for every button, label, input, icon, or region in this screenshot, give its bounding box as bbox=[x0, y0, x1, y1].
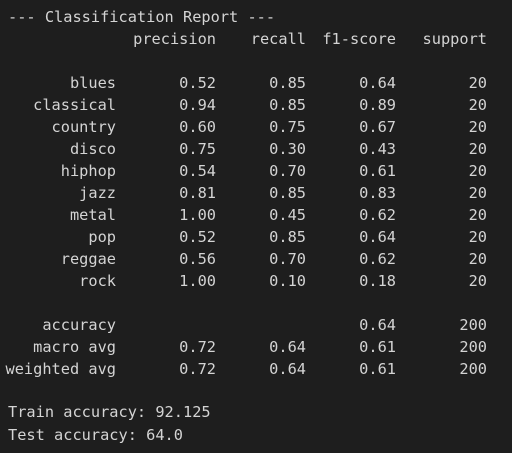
support-value: 20 bbox=[468, 140, 487, 158]
precision-value: 1.00 bbox=[179, 272, 216, 290]
row-label: reggae bbox=[60, 250, 116, 268]
row-label: country bbox=[51, 118, 116, 136]
row-label: classical bbox=[33, 96, 116, 114]
f1-score-value: 0.43 bbox=[359, 140, 396, 158]
report-title: --- Classification Report --- bbox=[8, 8, 276, 26]
support-value: 20 bbox=[468, 228, 487, 246]
row-label: pop bbox=[88, 228, 116, 246]
train-accuracy: Train accuracy: 92.125 bbox=[8, 403, 211, 421]
table-row: reggae 0.56 0.70 0.62 20 bbox=[0, 248, 512, 270]
recall-value: 0.45 bbox=[269, 206, 306, 224]
header-row: precision recall f1-score support bbox=[0, 28, 512, 50]
recall-value: 0.75 bbox=[269, 118, 306, 136]
f1-score-value: 0.18 bbox=[359, 272, 396, 290]
f1-score-value: 0.61 bbox=[359, 360, 396, 378]
table-row: disco 0.75 0.30 0.43 20 bbox=[0, 138, 512, 160]
support-value: 20 bbox=[468, 206, 487, 224]
summary-row: macro avg 0.72 0.64 0.61 200 bbox=[0, 336, 512, 358]
precision-value: 0.81 bbox=[179, 184, 216, 202]
precision-value: 0.72 bbox=[179, 360, 216, 378]
row-label: jazz bbox=[79, 184, 116, 202]
row-label: disco bbox=[69, 140, 116, 158]
f1-score-value: 0.61 bbox=[359, 338, 396, 356]
precision-value: 1.00 bbox=[179, 206, 216, 224]
test-accuracy: Test accuracy: 64.0 bbox=[8, 426, 183, 444]
table-row: hiphop 0.54 0.70 0.61 20 bbox=[0, 160, 512, 182]
row-label: macro avg bbox=[33, 338, 116, 356]
table-row: blues 0.52 0.85 0.64 20 bbox=[0, 72, 512, 94]
header-f1-score: f1-score bbox=[322, 30, 396, 48]
row-label: rock bbox=[79, 272, 116, 290]
table-row: rock 1.00 0.10 0.18 20 bbox=[0, 270, 512, 292]
f1-score-value: 0.89 bbox=[359, 96, 396, 114]
row-label: hiphop bbox=[60, 162, 116, 180]
f1-score-value: 0.61 bbox=[359, 162, 396, 180]
precision-value: 0.54 bbox=[179, 162, 216, 180]
f1-score-value: 0.83 bbox=[359, 184, 396, 202]
precision-value: 0.75 bbox=[179, 140, 216, 158]
header-recall: recall bbox=[250, 30, 306, 48]
recall-value: 0.64 bbox=[269, 360, 306, 378]
recall-value: 0.64 bbox=[269, 338, 306, 356]
precision-value: 0.52 bbox=[179, 228, 216, 246]
row-label: accuracy bbox=[42, 316, 116, 334]
recall-value: 0.85 bbox=[269, 96, 306, 114]
f1-score-value: 0.62 bbox=[359, 250, 396, 268]
f1-score-value: 0.64 bbox=[359, 74, 396, 92]
support-value: 200 bbox=[459, 338, 487, 356]
support-value: 20 bbox=[468, 250, 487, 268]
summary-row: accuracy 0.64 200 bbox=[0, 314, 512, 336]
precision-value: 0.72 bbox=[179, 338, 216, 356]
recall-value: 0.10 bbox=[269, 272, 306, 290]
f1-score-value: 0.64 bbox=[359, 228, 396, 246]
table-row: country 0.60 0.75 0.67 20 bbox=[0, 116, 512, 138]
support-value: 20 bbox=[468, 272, 487, 290]
precision-value: 0.56 bbox=[179, 250, 216, 268]
support-value: 200 bbox=[459, 316, 487, 334]
support-value: 20 bbox=[468, 184, 487, 202]
precision-value: 0.52 bbox=[179, 74, 216, 92]
recall-value: 0.85 bbox=[269, 184, 306, 202]
recall-value: 0.85 bbox=[269, 228, 306, 246]
recall-value: 0.85 bbox=[269, 74, 306, 92]
row-label: metal bbox=[69, 206, 116, 224]
support-value: 20 bbox=[468, 118, 487, 136]
f1-score-value: 0.62 bbox=[359, 206, 396, 224]
recall-value: 0.70 bbox=[269, 162, 306, 180]
row-label: weighted avg bbox=[5, 360, 116, 378]
precision-value: 0.94 bbox=[179, 96, 216, 114]
support-value: 20 bbox=[468, 74, 487, 92]
support-value: 200 bbox=[459, 360, 487, 378]
precision-value: 0.60 bbox=[179, 118, 216, 136]
header-support: support bbox=[422, 30, 487, 48]
row-label: blues bbox=[69, 74, 116, 92]
table-row: metal 1.00 0.45 0.62 20 bbox=[0, 204, 512, 226]
f1-score-value: 0.67 bbox=[359, 118, 396, 136]
support-value: 20 bbox=[468, 162, 487, 180]
table-row: jazz 0.81 0.85 0.83 20 bbox=[0, 182, 512, 204]
header-precision: precision bbox=[133, 30, 216, 48]
table-row: classical 0.94 0.85 0.89 20 bbox=[0, 94, 512, 116]
table-row: pop 0.52 0.85 0.64 20 bbox=[0, 226, 512, 248]
recall-value: 0.30 bbox=[269, 140, 306, 158]
summary-row: weighted avg 0.72 0.64 0.61 200 bbox=[0, 358, 512, 380]
f1-score-value: 0.64 bbox=[359, 316, 396, 334]
recall-value: 0.70 bbox=[269, 250, 306, 268]
support-value: 20 bbox=[468, 96, 487, 114]
